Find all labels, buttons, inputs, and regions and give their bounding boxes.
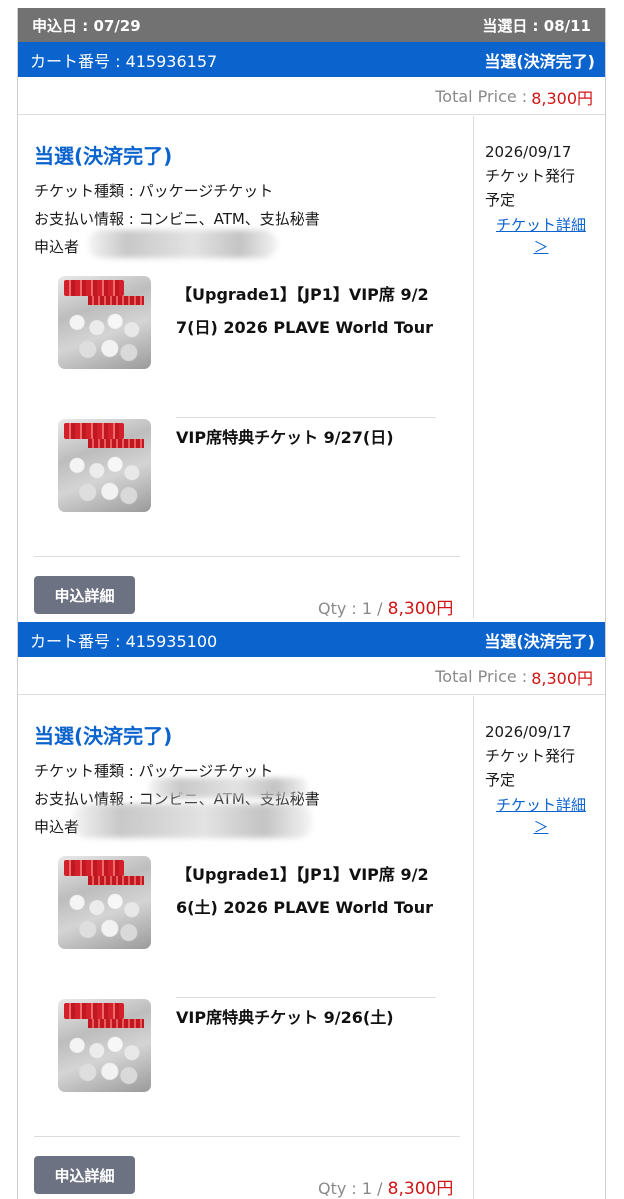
section-divider [34, 556, 460, 557]
section-divider [34, 1136, 460, 1137]
product-thumbnail[interactable] [58, 999, 151, 1092]
issue-date: 2026/09/17 [485, 143, 572, 161]
total-price-row: Total Price : 8,300円 [18, 79, 605, 115]
issue-text-2: 予定 [485, 191, 516, 209]
total-price-amount: 8,300円 [531, 88, 593, 108]
order-status-title: 当選(決済完了) [34, 144, 173, 168]
item-name[interactable]: VIP席特典チケット 9/27(日) [176, 421, 438, 454]
qty-label: Qty : 1 / [318, 599, 383, 618]
ticket-detail-label[interactable]: チケット詳細 [485, 214, 597, 236]
result-date: 当選日 : 08/11 [482, 16, 591, 35]
qty-amount: 8,300円 [387, 1179, 454, 1199]
applicant-redaction [72, 804, 312, 838]
issue-text-2: 予定 [485, 771, 516, 789]
cart-header: カート番号 : 415936157 当選(決済完了) [18, 42, 605, 77]
ticket-detail-link[interactable]: チケット詳細 ＞ [485, 214, 597, 258]
ticket-detail-arrow[interactable]: ＞ [485, 816, 597, 838]
applicant-label: 申込者 [34, 238, 80, 256]
total-price-label: Total Price : [435, 667, 528, 686]
product-thumbnail[interactable] [58, 856, 151, 949]
cart-number: カート番号 : 415935100 [30, 631, 218, 651]
issue-schedule: 2026/09/17 チケット発行 予定 [485, 720, 575, 792]
applicant-redaction [88, 230, 278, 258]
order-card: 当選(決済完了) チケット種類 : パッケージチケット お支払い情報 : コンビ… [18, 696, 605, 1199]
issue-text: チケット発行 [485, 167, 576, 185]
quantity-price: Qty : 1 / 8,300円 [318, 594, 473, 619]
ticket-detail-arrow[interactable]: ＞ [485, 236, 597, 258]
payment-info: お支払い情報 : コンビニ、ATM、支払秘書 [34, 210, 320, 228]
item-name[interactable]: VIP席特典チケット 9/26(土) [176, 1001, 438, 1034]
item-name[interactable]: 【Upgrade1】【JP1】VIP席 9/27(日) 2026 PLAVE W… [176, 278, 438, 344]
order-card: 当選(決済完了) チケット種類 : パッケージチケット お支払い情報 : コンビ… [18, 116, 605, 619]
payment-redaction [148, 778, 308, 798]
order-history-panel: 申込日 : 07/29 当選日 : 08/11 カート番号 : 41593615… [17, 8, 606, 1199]
cart-number: カート番号 : 415936157 [30, 51, 218, 71]
item-name[interactable]: 【Upgrade1】【JP1】VIP席 9/26(土) 2026 PLAVE W… [176, 858, 438, 924]
application-detail-button[interactable]: 申込詳細 [34, 576, 135, 614]
ticket-detail-label[interactable]: チケット詳細 [485, 794, 597, 816]
date-header: 申込日 : 07/29 当選日 : 08/11 [18, 8, 605, 42]
item-divider [176, 417, 436, 418]
order-details: 当選(決済完了) チケット種類 : パッケージチケット お支払い情報 : コンビ… [18, 696, 474, 1199]
ticket-type: チケット種類 : パッケージチケット [34, 182, 274, 200]
total-price-amount: 8,300円 [531, 668, 593, 688]
apply-date: 申込日 : 07/29 [32, 16, 141, 35]
cart-header: カート番号 : 415935100 当選(決済完了) [18, 622, 605, 657]
quantity-price: Qty : 1 / 8,300円 [318, 1174, 473, 1199]
product-thumbnail[interactable] [58, 419, 151, 512]
issue-date: 2026/09/17 [485, 723, 572, 741]
item-divider [176, 997, 436, 998]
issue-text: チケット発行 [485, 747, 576, 765]
application-detail-button[interactable]: 申込詳細 [34, 1156, 135, 1194]
total-price-row: Total Price : 8,300円 [18, 659, 605, 695]
total-price-label: Total Price : [435, 87, 528, 106]
product-thumbnail[interactable] [58, 276, 151, 369]
cart-status: 当選(決済完了) [484, 631, 595, 651]
issue-schedule: 2026/09/17 チケット発行 予定 [485, 140, 575, 212]
ticket-detail-link[interactable]: チケット詳細 ＞ [485, 794, 597, 838]
order-details: 当選(決済完了) チケット種類 : パッケージチケット お支払い情報 : コンビ… [18, 116, 474, 619]
cart-status: 当選(決済完了) [484, 51, 595, 71]
qty-label: Qty : 1 / [318, 1179, 383, 1198]
order-status-title: 当選(決済完了) [34, 724, 173, 748]
qty-amount: 8,300円 [387, 599, 454, 619]
